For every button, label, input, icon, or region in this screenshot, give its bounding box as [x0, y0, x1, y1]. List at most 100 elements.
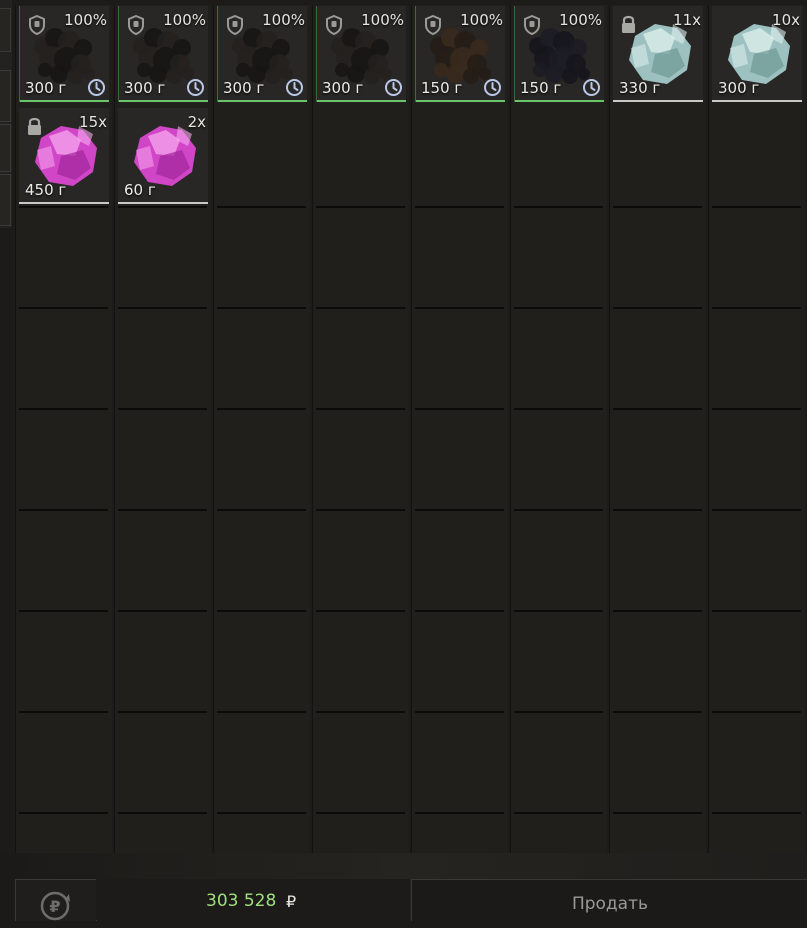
- shield-icon: [128, 15, 144, 35]
- slot-divider: [217, 610, 306, 612]
- slot-divider: [118, 711, 207, 713]
- slot-left-accent: [415, 6, 416, 102]
- slot-divider: [712, 206, 801, 208]
- inventory-column: [708, 5, 805, 853]
- clock-icon: [88, 79, 105, 96]
- side-tab[interactable]: [0, 8, 11, 52]
- slot-divider: [118, 610, 207, 612]
- slot-divider: [217, 812, 306, 814]
- slot-divider: [316, 307, 405, 309]
- slot-divider: [613, 711, 702, 713]
- slot-divider: [712, 610, 801, 612]
- slot-divider: [19, 812, 108, 814]
- side-tab[interactable]: [0, 124, 11, 172]
- item-weight: 450 г: [25, 181, 67, 199]
- durability-percent: 100%: [163, 11, 206, 29]
- artifact-stack-slot[interactable]: 10x 300 г: [712, 6, 802, 102]
- inventory-column: [510, 5, 607, 853]
- stack-count: 2x: [187, 113, 206, 131]
- balance-amount: 303 528: [206, 891, 277, 911]
- container-item-slot[interactable]: 100% 300 г: [19, 6, 109, 102]
- slot-divider: [613, 206, 702, 208]
- clock-icon: [385, 79, 402, 96]
- slot-status-bar: [613, 100, 703, 102]
- slot-divider: [712, 812, 801, 814]
- currency-symbol: ₽: [286, 892, 297, 911]
- durability-percent: 100%: [559, 11, 602, 29]
- durability-percent: 100%: [64, 11, 107, 29]
- svg-text:₽: ₽: [49, 897, 60, 916]
- slot-status-bar: [19, 100, 109, 102]
- slot-divider: [712, 711, 801, 713]
- container-item-slot[interactable]: 100% 150 г: [415, 6, 505, 102]
- currency-exchange-button[interactable]: ₽: [15, 879, 97, 921]
- shield-icon: [326, 15, 342, 35]
- slot-divider: [19, 307, 108, 309]
- shield-icon: [425, 15, 441, 35]
- slot-status-bar: [19, 202, 109, 204]
- side-tab[interactable]: [0, 70, 11, 122]
- item-weight: 300 г: [322, 79, 364, 97]
- slot-divider: [712, 408, 801, 410]
- inventory-column: [312, 5, 409, 853]
- clock-icon: [484, 79, 501, 96]
- artifact-stack-slot[interactable]: 15x 450 г: [19, 108, 109, 204]
- slot-divider: [19, 206, 108, 208]
- durability-percent: 100%: [262, 11, 305, 29]
- slot-divider: [514, 307, 603, 309]
- slot-divider: [712, 509, 801, 511]
- clock-icon: [583, 79, 600, 96]
- item-weight: 60 г: [124, 181, 156, 199]
- artifact-stack-slot[interactable]: 11x 330 г: [613, 6, 703, 102]
- slot-divider: [415, 812, 504, 814]
- inventory-grid: 100% 300 г 100% 300 г 100% 300 г 100% 300 г 100%…: [15, 5, 807, 853]
- slot-divider: [19, 408, 108, 410]
- slot-divider: [217, 408, 306, 410]
- container-item-slot[interactable]: 100% 300 г: [118, 6, 208, 102]
- slot-divider: [613, 509, 702, 511]
- slot-divider: [415, 206, 504, 208]
- slot-status-bar: [118, 100, 208, 102]
- slot-divider: [118, 408, 207, 410]
- sell-button[interactable]: Продать: [411, 879, 807, 921]
- ruble-refresh-icon: ₽: [40, 891, 70, 921]
- durability-percent: 100%: [361, 11, 404, 29]
- artifact-stack-slot[interactable]: 2x 60 г: [118, 108, 208, 204]
- slot-divider: [415, 711, 504, 713]
- slot-status-bar: [514, 100, 604, 102]
- slot-divider: [613, 812, 702, 814]
- slot-left-accent: [19, 6, 20, 102]
- item-weight: 330 г: [619, 79, 661, 97]
- slot-divider: [217, 711, 306, 713]
- item-weight: 300 г: [718, 79, 760, 97]
- lock-icon: [622, 15, 635, 33]
- slot-divider: [217, 307, 306, 309]
- slot-divider: [118, 206, 207, 208]
- slot-divider: [316, 408, 405, 410]
- slot-divider: [415, 408, 504, 410]
- slot-divider: [217, 509, 306, 511]
- slot-divider: [19, 711, 108, 713]
- slot-status-bar: [217, 100, 307, 102]
- slot-divider: [415, 509, 504, 511]
- shield-icon: [29, 15, 45, 35]
- slot-status-bar: [118, 202, 208, 204]
- slot-divider: [514, 812, 603, 814]
- slot-divider: [217, 206, 306, 208]
- slot-left-accent: [217, 6, 218, 102]
- side-panel-strip: [0, 0, 12, 228]
- shield-icon: [524, 15, 540, 35]
- container-item-slot[interactable]: 100% 150 г: [514, 6, 604, 102]
- slot-divider: [316, 509, 405, 511]
- slot-divider: [316, 812, 405, 814]
- slot-divider: [514, 206, 603, 208]
- clock-icon: [286, 79, 303, 96]
- container-item-slot[interactable]: 100% 300 г: [316, 6, 406, 102]
- container-item-slot[interactable]: 100% 300 г: [217, 6, 307, 102]
- slot-divider: [19, 610, 108, 612]
- slot-divider: [514, 408, 603, 410]
- slot-status-bar: [415, 100, 505, 102]
- slot-left-accent: [316, 6, 317, 102]
- side-tab[interactable]: [0, 174, 11, 226]
- inventory-column: [213, 5, 310, 853]
